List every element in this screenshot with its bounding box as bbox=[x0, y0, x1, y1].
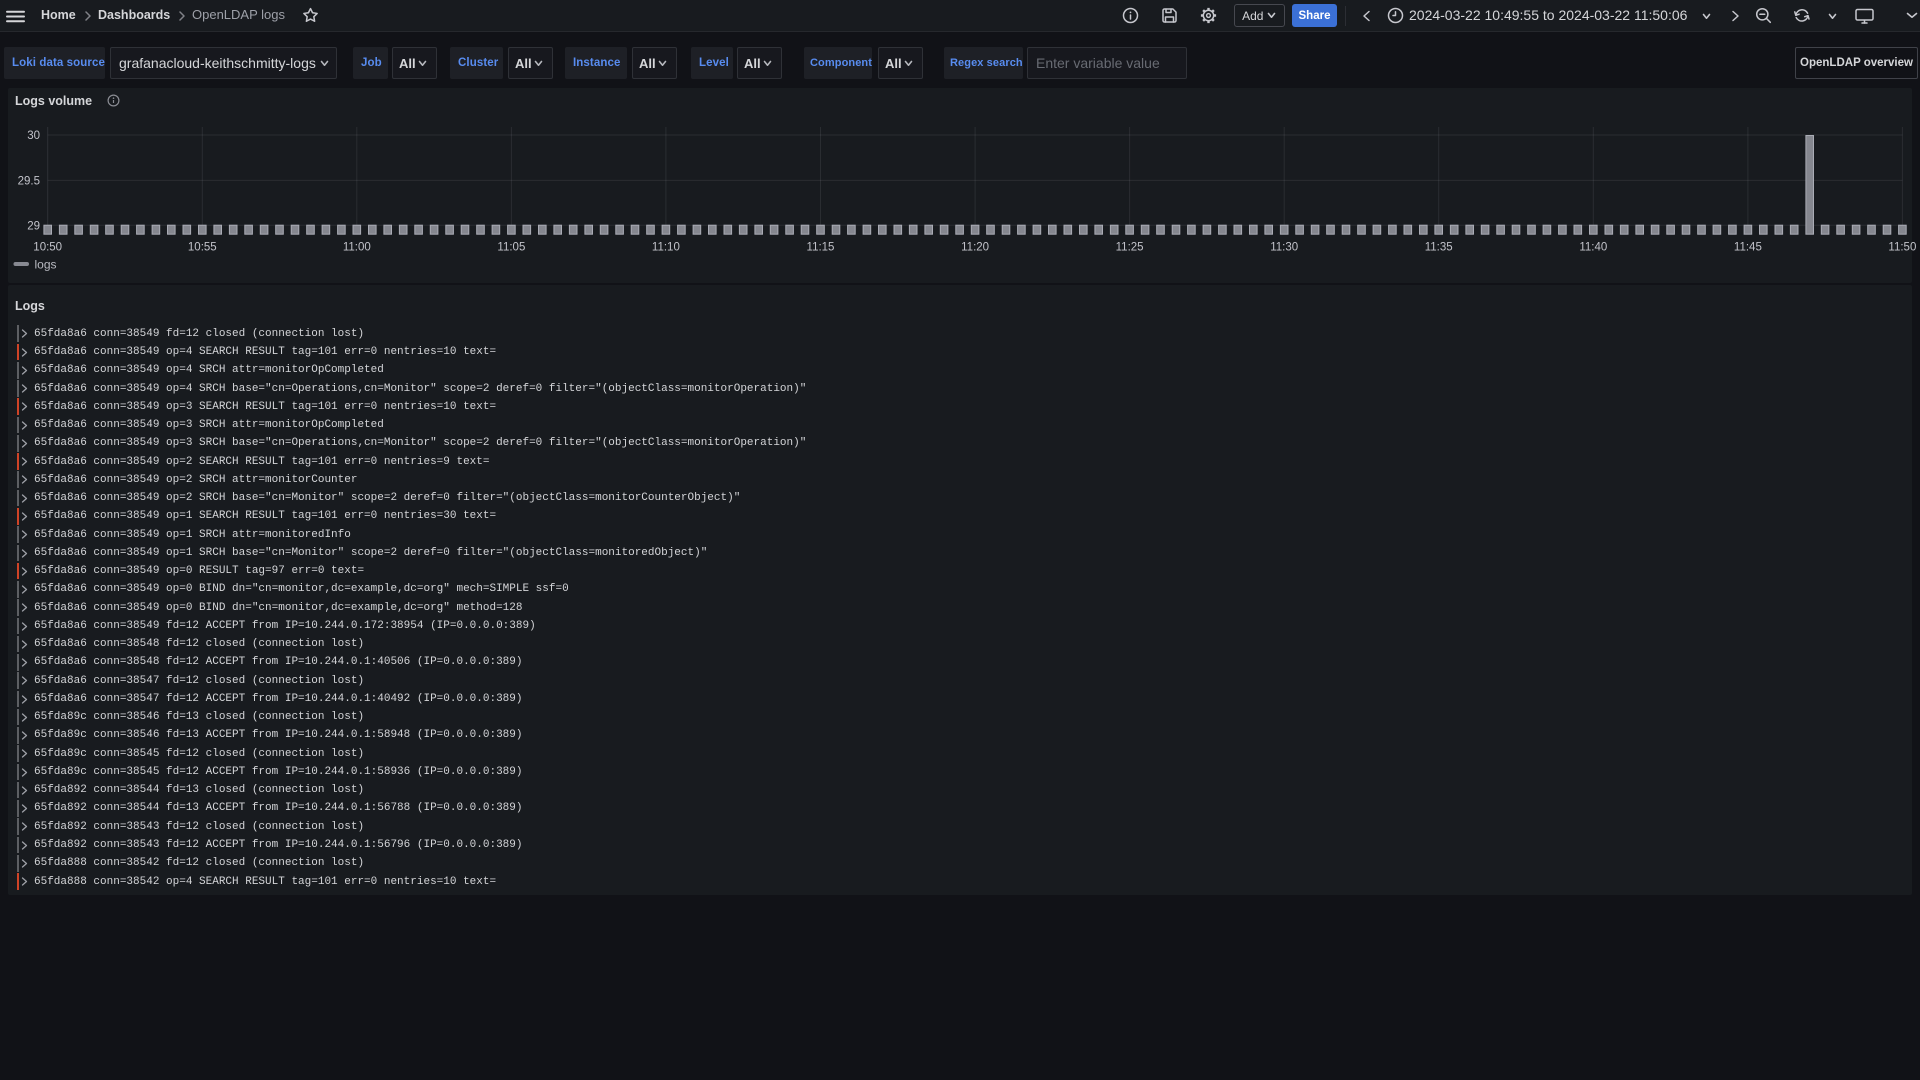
svg-text:11:40: 11:40 bbox=[1579, 242, 1607, 254]
svg-text:29.5: 29.5 bbox=[18, 176, 40, 188]
svg-text:10:55: 10:55 bbox=[188, 242, 217, 254]
svg-text:11:35: 11:35 bbox=[1425, 242, 1453, 254]
svg-text:11:30: 11:30 bbox=[1270, 242, 1298, 254]
svg-text:11:05: 11:05 bbox=[497, 242, 525, 254]
svg-text:29: 29 bbox=[27, 220, 40, 232]
svg-text:11:20: 11:20 bbox=[961, 242, 989, 254]
svg-text:11:50: 11:50 bbox=[1888, 242, 1916, 254]
svg-text:11:45: 11:45 bbox=[1734, 242, 1762, 254]
svg-text:logs: logs bbox=[35, 258, 57, 272]
svg-text:11:10: 11:10 bbox=[652, 242, 680, 254]
svg-text:30: 30 bbox=[27, 130, 40, 142]
svg-text:11:15: 11:15 bbox=[807, 242, 835, 254]
svg-text:11:25: 11:25 bbox=[1116, 242, 1144, 254]
svg-text:10:50: 10:50 bbox=[33, 242, 62, 254]
svg-text:11:00: 11:00 bbox=[343, 242, 371, 254]
